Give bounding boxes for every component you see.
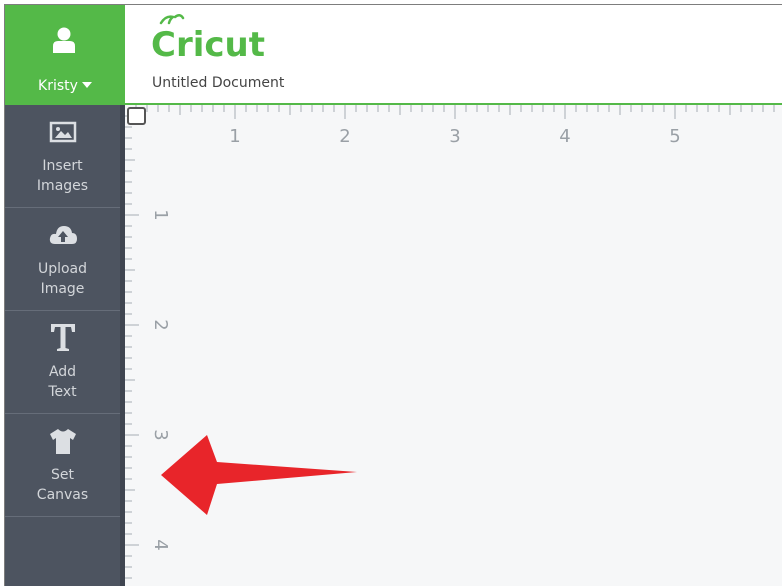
upload-image-button[interactable]: Upload Image — [5, 208, 120, 311]
ruler-top-label-1: 1 — [229, 126, 240, 147]
document-title[interactable]: Untitled Document — [152, 75, 284, 91]
insert-images-button[interactable]: Insert Images — [5, 105, 120, 208]
ruler-top-label-5: 5 — [669, 126, 680, 147]
ruler-top-label-2: 2 — [339, 126, 350, 147]
sidebar: Insert Images Upload Image Add Text Set … — [5, 105, 125, 586]
set-canvas-button[interactable]: Set Canvas — [5, 414, 120, 517]
add-text-button[interactable]: Add Text — [5, 311, 120, 414]
user-name[interactable]: Kristy — [5, 78, 125, 94]
tshirt-icon — [50, 429, 76, 454]
cricut-logo: Cricut — [151, 14, 265, 65]
app-window: Kristy Cricut Untitled Document Insert I… — [4, 4, 782, 586]
cloud-upload-icon — [49, 226, 77, 244]
set-canvas-label: Set Canvas — [36, 467, 89, 503]
red-arrow-annotation — [161, 435, 357, 515]
caret-down-icon — [81, 82, 92, 88]
user-name-text: Kristy — [38, 78, 78, 94]
ruler-left-label-1: 1 — [150, 209, 171, 220]
upload-image-label: Upload Image — [37, 261, 88, 297]
svg-text:Cricut: Cricut — [151, 25, 265, 65]
image-icon — [49, 121, 77, 143]
ruler-left-label-4: 4 — [150, 539, 171, 550]
insert-images-label: Insert Images — [36, 158, 89, 194]
design-canvas[interactable]: 1 2 3 4 5 1 2 3 4 — [125, 105, 782, 586]
header: Cricut Untitled Document — [125, 5, 782, 105]
ruler-corner-handle[interactable] — [127, 107, 146, 125]
add-text-label: Add Text — [48, 364, 77, 400]
ruler-top-label-3: 3 — [449, 126, 460, 147]
user-icon — [53, 27, 75, 53]
user-menu[interactable]: Kristy — [5, 5, 125, 105]
ruler-top-label-4: 4 — [559, 126, 570, 147]
ruler-left-label-2: 2 — [150, 319, 171, 330]
text-t-icon — [51, 324, 75, 351]
